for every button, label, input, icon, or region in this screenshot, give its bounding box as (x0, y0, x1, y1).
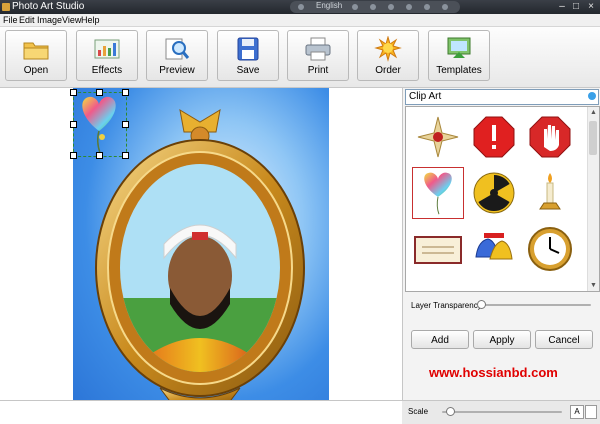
gallery-scrollbar[interactable]: ▲ ▼ (587, 107, 599, 291)
clipart-gallery: ▲ ▼ (405, 106, 600, 292)
toolbar: Open Effects Preview Save Print Order Te… (0, 27, 600, 88)
status-bar (0, 400, 402, 424)
cancel-button[interactable]: Cancel (535, 330, 593, 349)
scroll-thumb[interactable] (589, 121, 597, 155)
clipart-candle[interactable] (524, 167, 576, 219)
watermark-text: www.hossianbd.com (429, 365, 558, 380)
magnifier-icon (165, 38, 190, 60)
canvas-area[interactable] (0, 88, 402, 415)
templates-icon (447, 37, 471, 58)
chart-icon (94, 39, 120, 59)
apply-button[interactable]: Apply (473, 330, 531, 349)
resize-handle-n[interactable] (96, 89, 103, 96)
scroll-up-icon[interactable]: ▲ (588, 107, 599, 118)
bells-icon (475, 233, 513, 260)
open-label: Open (23, 65, 49, 76)
right-panel: Clip Art ▲ ▼ Layer Transparency Add Appl… (402, 88, 600, 400)
language-label[interactable]: English (316, 1, 342, 10)
close-button[interactable]: × (585, 1, 597, 12)
order-label: Order (375, 65, 401, 76)
scale-thumb[interactable] (446, 407, 455, 416)
resize-handle-ne[interactable] (122, 89, 129, 96)
print-button[interactable]: Print (287, 30, 349, 81)
refresh-icon[interactable] (406, 4, 412, 10)
ornament-icon (417, 116, 459, 158)
help-icon[interactable] (424, 4, 430, 10)
clipart-ornament[interactable] (412, 111, 464, 163)
scroll-down-icon[interactable]: ▼ (588, 280, 599, 291)
sun-icon (374, 36, 402, 62)
certificate-icon (414, 236, 462, 264)
fit-icon[interactable]: A (570, 405, 584, 419)
selection-box[interactable] (73, 92, 127, 157)
cloud-icon[interactable] (352, 4, 358, 10)
candle-icon (539, 173, 561, 210)
folder-icon (23, 42, 49, 60)
layer-transparency-thumb[interactable] (477, 300, 486, 309)
templates-label: Templates (436, 65, 482, 76)
heart-balloon-icon (424, 172, 452, 215)
save-label: Save (236, 65, 260, 76)
floppy-icon (237, 37, 259, 61)
clipart-certificate[interactable] (412, 223, 464, 275)
print-label: Print (307, 65, 329, 76)
menu-view[interactable]: View (62, 15, 81, 25)
menu-help[interactable]: Help (81, 15, 100, 25)
stop-exclamation-icon (473, 116, 515, 158)
app-icon (2, 3, 10, 11)
clip-category-select[interactable]: Clip Art (405, 89, 599, 105)
menu-bar: File Edit Image View Help (0, 14, 600, 27)
title-bar: Photo Art Studio English – □ × (0, 0, 600, 14)
resize-handle-se[interactable] (122, 152, 129, 159)
layer-transparency-label: Layer Transparency (411, 301, 482, 310)
search-icon[interactable] (298, 4, 304, 10)
tool-icon[interactable] (388, 4, 394, 10)
page-icon[interactable] (585, 405, 597, 419)
clipart-bells[interactable] (468, 223, 520, 275)
clipart-stop-exclamation[interactable] (468, 111, 520, 163)
minimize-button[interactable]: – (556, 1, 568, 12)
templates-button[interactable]: Templates (428, 30, 490, 81)
menu-image[interactable]: Image (37, 15, 62, 25)
info-icon[interactable] (442, 4, 448, 10)
clipart-heart-balloon[interactable] (412, 167, 464, 219)
resize-handle-nw[interactable] (70, 89, 77, 96)
language-bar[interactable]: English (290, 1, 460, 13)
effects-button[interactable]: Effects (76, 30, 138, 81)
order-button[interactable]: Order (357, 30, 419, 81)
add-button[interactable]: Add (411, 330, 469, 349)
clock-icon (528, 227, 572, 271)
maximize-button[interactable]: □ (570, 1, 582, 12)
clipart-stop-hand[interactable] (524, 111, 576, 163)
menu-file[interactable]: File (3, 15, 18, 25)
resize-handle-e[interactable] (122, 121, 129, 128)
window-title: Photo Art Studio (12, 1, 85, 12)
stop-hand-icon (529, 116, 571, 158)
open-button[interactable]: Open (5, 30, 67, 81)
printer-icon (305, 37, 331, 61)
preview-label: Preview (159, 65, 195, 76)
radiation-icon (473, 172, 515, 214)
layer-transparency-slider[interactable] (479, 304, 591, 306)
save-button[interactable]: Save (217, 30, 279, 81)
clipart-radiation[interactable] (468, 167, 520, 219)
resize-handle-w[interactable] (70, 121, 77, 128)
clip-category-value: Clip Art (409, 91, 442, 102)
effects-label: Effects (91, 65, 123, 76)
scale-bar: Scale A (402, 400, 600, 424)
clipart-clock[interactable] (524, 223, 576, 275)
pin-icon[interactable] (370, 4, 376, 10)
scale-label: Scale (408, 407, 429, 416)
dropdown-arrow-icon[interactable] (588, 92, 596, 100)
preview-button[interactable]: Preview (146, 30, 208, 81)
menu-edit[interactable]: Edit (19, 15, 35, 25)
resize-handle-s[interactable] (96, 152, 103, 159)
resize-handle-sw[interactable] (70, 152, 77, 159)
scale-slider[interactable] (442, 411, 562, 413)
